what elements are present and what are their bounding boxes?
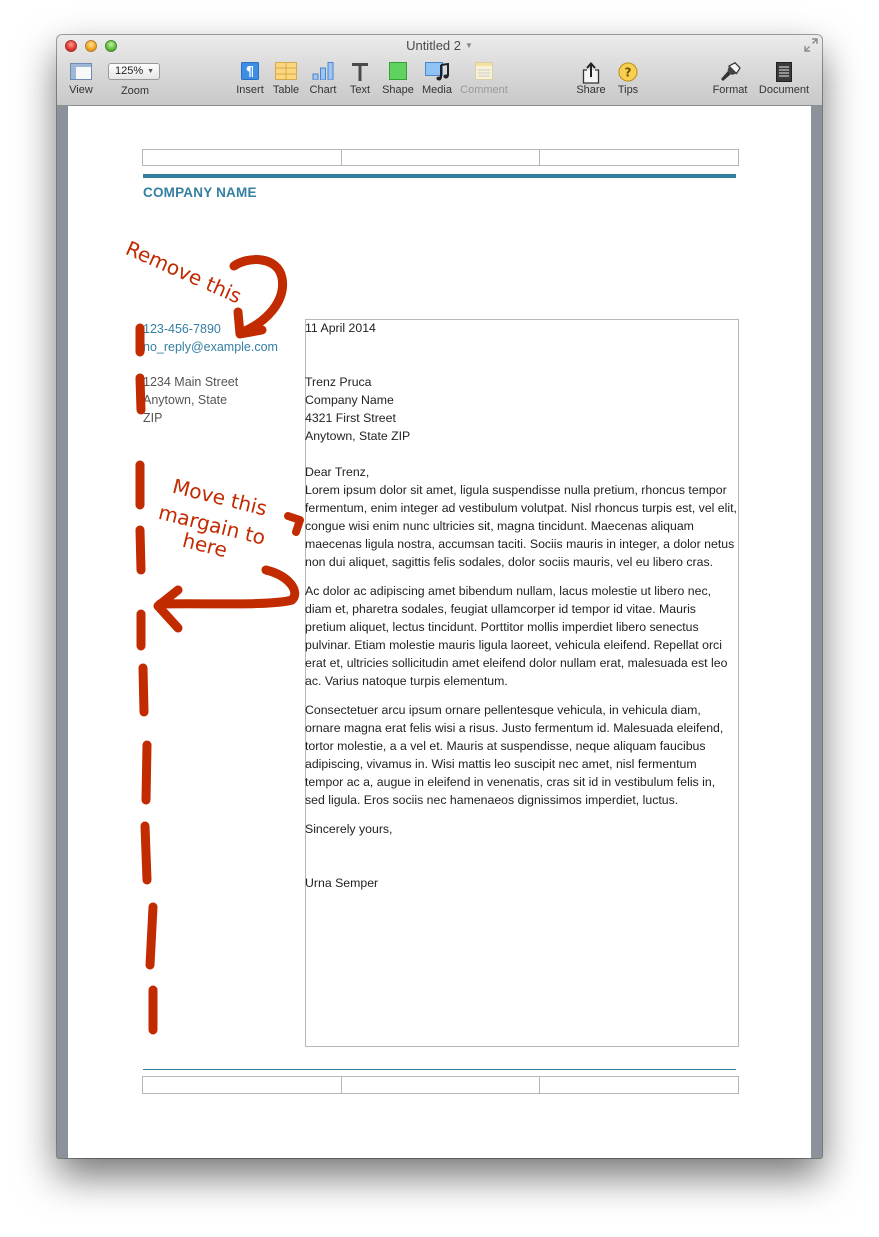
sidebar-view-icon (70, 62, 92, 82)
footer-cell[interactable] (143, 1077, 342, 1093)
letter-date: 11 April 2014 (305, 321, 376, 335)
footer-table[interactable] (142, 1076, 739, 1094)
document-label: Document (758, 84, 810, 96)
tips-button[interactable]: ? Tips (614, 62, 642, 96)
body-paragraph: Ac dolor ac adipiscing amet bibendum nul… (305, 584, 728, 688)
zoom-select[interactable]: 125% ▼ (108, 63, 160, 80)
text-label: Text (349, 84, 371, 96)
comment-note-icon (475, 62, 493, 82)
sender-address-line: ZIP (143, 411, 163, 425)
body-paragraph: Consectetuer arcu ipsum ornare pellentes… (305, 703, 724, 807)
question-icon: ? (618, 62, 638, 82)
share-label: Share (576, 84, 606, 96)
chevron-down-icon: ▼ (147, 68, 154, 75)
media-label: Media (422, 84, 452, 96)
format-label: Format (712, 84, 748, 96)
view-label: View (69, 84, 93, 96)
share-button[interactable]: Share (575, 61, 607, 96)
media-button[interactable]: Media (420, 62, 454, 96)
header-cell[interactable] (342, 150, 541, 165)
tips-label: Tips (617, 84, 639, 96)
table-icon (275, 62, 297, 82)
company-name[interactable]: COMPANY NAME (143, 185, 257, 200)
text-button[interactable]: Text (345, 62, 375, 96)
bar-chart-icon (312, 62, 334, 82)
chart-button[interactable]: Chart (307, 62, 339, 96)
salutation: Dear Trenz, (305, 465, 370, 479)
document-canvas[interactable]: COMPANY NAME 123-456-7890 no_reply@examp… (57, 106, 822, 1158)
insert-label: Insert (236, 84, 264, 96)
shape-button[interactable]: Shape (381, 62, 415, 96)
footer-cell[interactable] (540, 1077, 738, 1093)
header-table[interactable] (142, 149, 739, 166)
document-icon (776, 62, 792, 82)
pages-window: Untitled 2 ▼ View 125% ▼ Zoom ¶ Insert T… (57, 35, 822, 1158)
shape-label: Shape (382, 84, 414, 96)
sender-address-line: Anytown, State (143, 393, 228, 407)
window-title[interactable]: Untitled 2 ▼ (57, 38, 822, 53)
sender-phone[interactable]: 123-456-7890 (143, 320, 278, 338)
letter-page[interactable]: COMPANY NAME 123-456-7890 no_reply@examp… (68, 106, 811, 1158)
footer-cell[interactable] (342, 1077, 541, 1093)
format-button[interactable]: Format (711, 62, 749, 96)
document-title: Untitled 2 (406, 38, 461, 53)
text-t-icon (350, 62, 370, 82)
comment-label: Comment (460, 84, 508, 96)
zoom-value: 125% (115, 65, 144, 77)
recipient-line: Trenz Pruca (305, 375, 372, 389)
header-rule (143, 174, 736, 178)
recipient-line: 4321 First Street (305, 411, 396, 425)
table-button[interactable]: Table (270, 62, 302, 96)
share-icon (582, 61, 600, 84)
body-paragraph: Lorem ipsum dolor sit amet, ligula suspe… (305, 483, 737, 569)
footer-rule (143, 1069, 736, 1070)
header-cell[interactable] (143, 150, 342, 165)
chart-label: Chart (309, 84, 337, 96)
svg-text:¶: ¶ (246, 65, 254, 80)
document-button[interactable]: Document (757, 62, 811, 96)
comment-button[interactable]: Comment (459, 62, 509, 96)
recipient-line: Company Name (305, 393, 394, 407)
view-button[interactable]: View (65, 62, 97, 96)
sender-address[interactable]: 1234 Main Street Anytown, State ZIP (143, 373, 238, 427)
closing: Sincerely yours, (305, 822, 393, 836)
title-toolbar: Untitled 2 ▼ View 125% ▼ Zoom ¶ Insert T… (57, 35, 822, 106)
signature: Urna Semper (305, 876, 379, 890)
pilcrow-icon: ¶ (241, 62, 259, 82)
zoom-label: Zoom (120, 85, 150, 97)
recipient-line: Anytown, State ZIP (305, 429, 411, 443)
header-cell[interactable] (540, 150, 738, 165)
fullscreen-arrows-icon[interactable] (804, 38, 818, 52)
media-music-icon (425, 62, 449, 82)
table-label: Table (272, 84, 300, 96)
sender-address-line: 1234 Main Street (143, 375, 239, 389)
insert-button[interactable]: ¶ Insert (233, 62, 267, 96)
sender-contact[interactable]: 123-456-7890 no_reply@example.com (143, 320, 278, 356)
zoom-label-wrap: Zoom (117, 85, 153, 97)
square-shape-icon (389, 62, 407, 82)
sender-email[interactable]: no_reply@example.com (143, 338, 278, 356)
paintbrush-icon (719, 62, 741, 82)
svg-text:?: ? (625, 66, 632, 80)
chevron-down-icon: ▼ (465, 41, 473, 50)
letter-body[interactable]: 11 April 2014 Trenz Pruca Company Name 4… (305, 319, 737, 892)
